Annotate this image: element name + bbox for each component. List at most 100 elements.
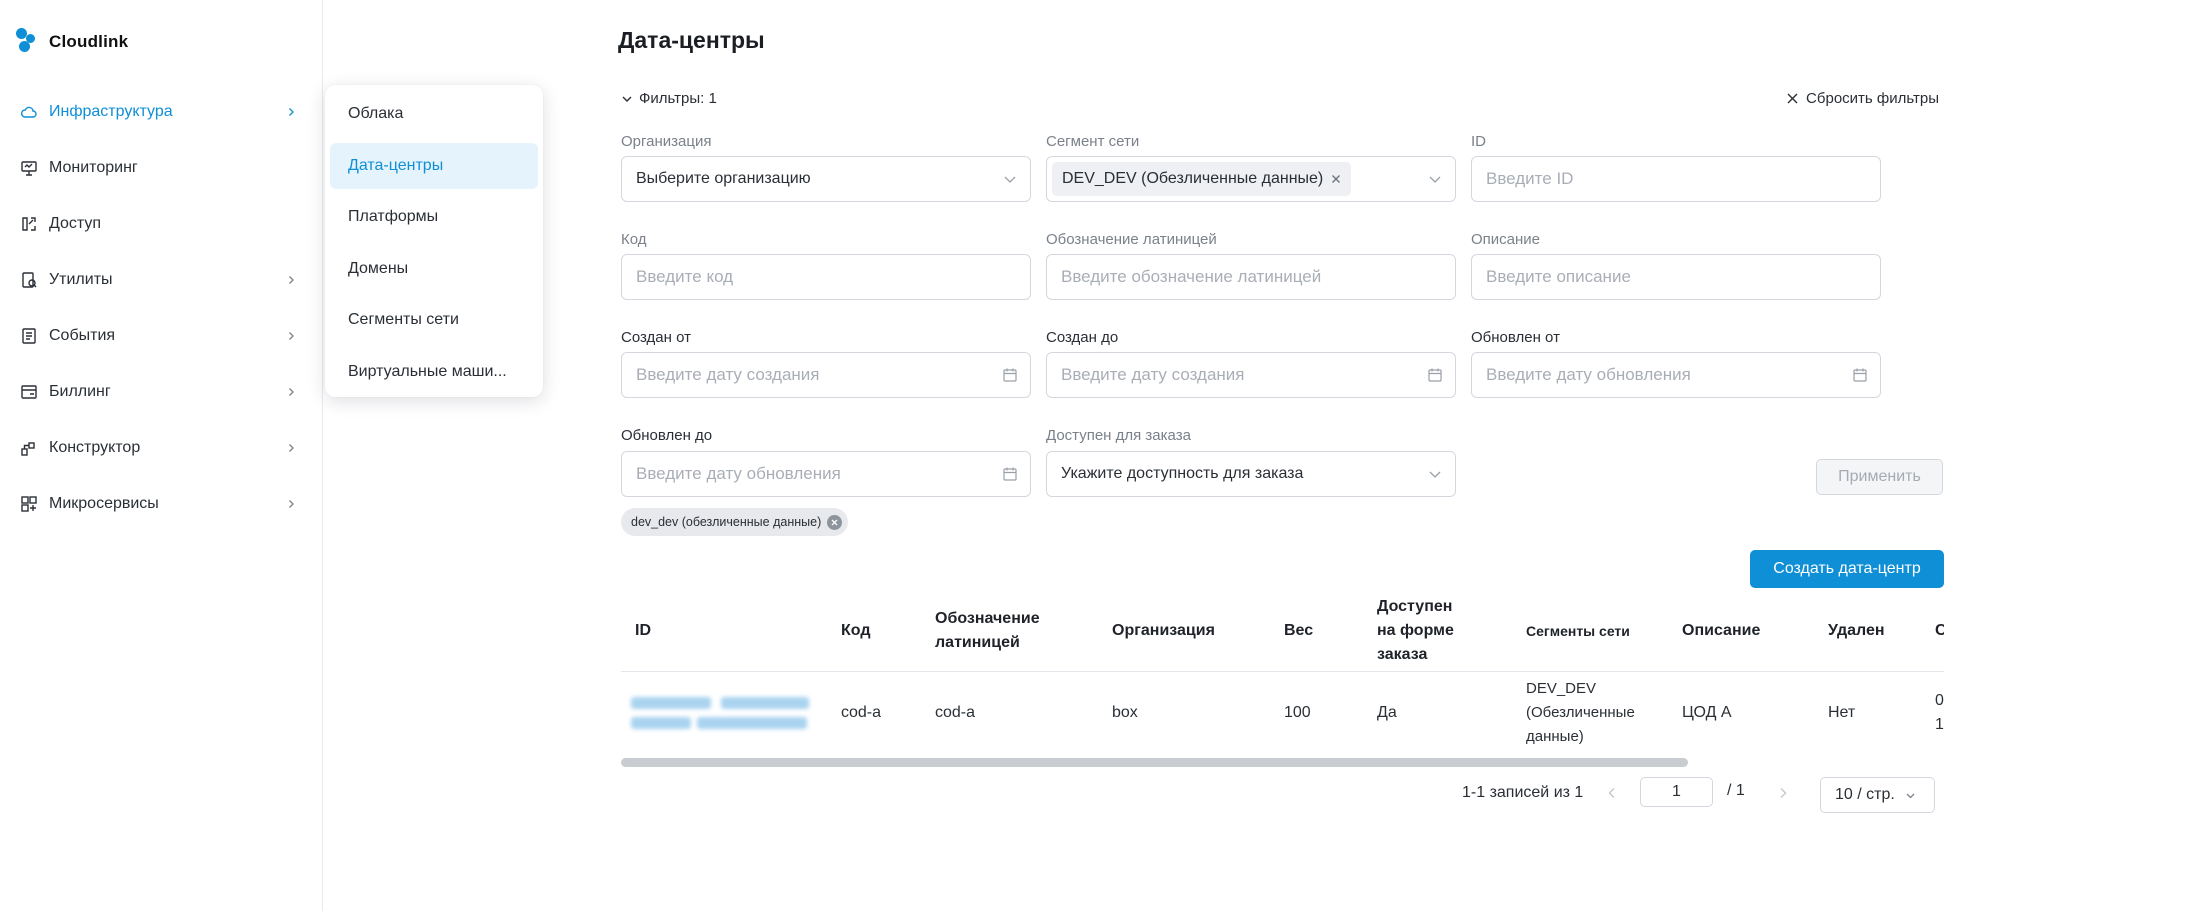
- column-header-truncated[interactable]: С: [1935, 590, 1944, 672]
- chevron-right-icon: [289, 500, 294, 508]
- column-header-segments[interactable]: Сегменты сети: [1526, 590, 1630, 672]
- segment-tag: DEV_DEV (Обезличенные данные): [1052, 162, 1352, 196]
- column-header-id[interactable]: ID: [635, 590, 651, 672]
- billing-icon: [20, 383, 38, 401]
- filters-toggle-label: Фильтры: 1: [639, 90, 717, 107]
- updated-from-input[interactable]: Введите дату обновления: [1471, 352, 1881, 398]
- page-title: Дата-центры: [618, 27, 765, 53]
- submenu-item-datacenters[interactable]: Дата-центры: [330, 142, 538, 189]
- sidebar-item-infrastructure[interactable]: Инфраструктура: [0, 84, 322, 140]
- sidebar-item-label: Инфраструктура: [49, 103, 173, 120]
- page-size-select[interactable]: 10 / стр.: [1820, 777, 1935, 813]
- scrollbar-thumb[interactable]: [621, 758, 1688, 767]
- active-filter-chip: dev_dev (обезличенные данные): [621, 508, 849, 536]
- orderable-label: Доступен для заказа: [1046, 427, 1191, 444]
- active-filter-chip-label: dev_dev (обезличенные данные): [631, 515, 822, 529]
- table-horizontal-scrollbar[interactable]: [621, 758, 1944, 768]
- table-row[interactable]: cod-a cod-a box 100 Да DEV_DEV (Обезличе…: [621, 673, 1944, 750]
- created-to-label: Создан до: [1046, 329, 1119, 346]
- chevron-right-icon: [289, 388, 294, 396]
- constructor-icon: [20, 439, 38, 457]
- segment-label: Сегмент сети: [1046, 133, 1140, 150]
- column-header-description[interactable]: Описание: [1682, 590, 1760, 672]
- pagination-prev-button[interactable]: [1605, 784, 1619, 802]
- sidebar-item-microservices[interactable]: Микросервисы: [0, 476, 322, 532]
- latin-input[interactable]: Введите обозначение латиницей: [1046, 254, 1456, 300]
- chevron-left-icon: [1608, 788, 1615, 798]
- reset-filters-label: Сбросить фильтры: [1806, 90, 1939, 107]
- chevron-down-icon: [1906, 793, 1915, 798]
- created-from-label: Создан от: [621, 329, 691, 346]
- calendar-icon: [1002, 367, 1018, 383]
- access-icon: [20, 215, 38, 233]
- created-from-input[interactable]: Введите дату создания: [621, 352, 1031, 398]
- sidebar-item-label: Конструктор: [49, 439, 141, 456]
- chevron-down-icon: [1427, 466, 1443, 482]
- apply-button[interactable]: Применить: [1816, 459, 1943, 495]
- id-input[interactable]: Введите ID: [1471, 156, 1881, 202]
- cell-orderable: Да: [1377, 704, 1397, 721]
- chevron-right-icon: [289, 332, 294, 340]
- pagination-page-input[interactable]: 1: [1640, 777, 1713, 807]
- id-label: ID: [1471, 133, 1486, 150]
- create-datacenter-button[interactable]: Создать дата-центр: [1750, 550, 1944, 588]
- column-header-code[interactable]: Код: [841, 590, 870, 672]
- sidebar-item-access[interactable]: Доступ: [0, 196, 322, 252]
- calendar-icon: [1852, 367, 1868, 383]
- created-to-input[interactable]: Введите дату создания: [1046, 352, 1456, 398]
- created-from-placeholder: Введите дату создания: [636, 365, 820, 384]
- code-input-placeholder: Введите код: [636, 267, 734, 286]
- cell-latin: cod-a: [935, 704, 976, 721]
- updated-from-label: Обновлен от: [1471, 329, 1560, 346]
- sidebar-item-label: Мониторинг: [49, 159, 138, 176]
- description-input[interactable]: Введите описание: [1471, 254, 1881, 300]
- column-header-latin[interactable]: Обозначение латиницей: [935, 590, 1055, 672]
- id-input-placeholder: Введите ID: [1486, 169, 1574, 188]
- close-circle-icon[interactable]: [827, 514, 843, 530]
- submenu-item-clouds[interactable]: Облака: [330, 91, 538, 137]
- segment-tag-label: DEV_DEV (Обезличенные данные): [1062, 170, 1324, 187]
- submenu-item-network-segments[interactable]: Сегменты сети: [330, 297, 538, 343]
- sidebar-item-events[interactable]: События: [0, 308, 322, 364]
- microservices-icon: [20, 495, 38, 513]
- chevron-down-icon: [622, 96, 632, 102]
- updated-to-input[interactable]: Введите дату обновления: [621, 451, 1031, 497]
- sidebar-item-utilities[interactable]: Утилиты: [0, 252, 322, 308]
- updated-from-placeholder: Введите дату обновления: [1486, 365, 1691, 384]
- sidebar-item-constructor[interactable]: Конструктор: [0, 420, 322, 476]
- submenu-item-virtual-machines[interactable]: Виртуальные маши...: [330, 349, 538, 395]
- chevron-down-icon: [1002, 171, 1018, 187]
- code-input[interactable]: Введите код: [621, 254, 1031, 300]
- reset-filters-button[interactable]: Сбросить фильтры: [1787, 90, 1939, 107]
- column-header-weight[interactable]: Вес: [1284, 590, 1313, 672]
- cloudlink-logo-icon: [16, 28, 40, 56]
- orderable-select[interactable]: Укажите доступность для заказа: [1046, 451, 1456, 497]
- organization-select[interactable]: Выберите организацию: [621, 156, 1031, 202]
- sidebar-item-label: Доступ: [49, 215, 102, 232]
- sidebar-item-monitoring[interactable]: Мониторинг: [0, 140, 322, 196]
- submenu-item-platforms[interactable]: Платформы: [330, 194, 538, 240]
- pagination-next-button[interactable]: [1776, 784, 1790, 802]
- cell-truncated: 0 1!: [1935, 692, 1944, 733]
- close-icon[interactable]: [1331, 174, 1341, 184]
- orderable-select-value: Укажите доступность для заказа: [1061, 465, 1304, 482]
- redacted-id: [631, 693, 809, 731]
- cell-deleted: Нет: [1828, 704, 1856, 721]
- filters-toggle[interactable]: Фильтры: 1: [621, 90, 717, 107]
- logo[interactable]: Cloudlink: [16, 28, 128, 56]
- segment-select[interactable]: DEV_DEV (Обезличенные данные): [1046, 156, 1456, 202]
- cell-org: box: [1112, 704, 1138, 721]
- description-input-placeholder: Введите описание: [1486, 267, 1631, 286]
- sidebar-item-billing[interactable]: Биллинг: [0, 364, 322, 420]
- column-header-deleted[interactable]: Удален: [1828, 590, 1885, 672]
- submenu-item-domains[interactable]: Домены: [330, 246, 538, 292]
- cloud-icon: [20, 103, 38, 121]
- utilities-icon: [20, 271, 38, 289]
- column-header-org[interactable]: Организация: [1112, 590, 1215, 672]
- pagination-total: 1-1 записей из 1: [1462, 784, 1584, 801]
- column-header-orderable[interactable]: Доступен на форме заказа: [1377, 590, 1469, 672]
- latin-input-placeholder: Введите обозначение латиницей: [1061, 267, 1322, 286]
- latin-label: Обозначение латиницей: [1046, 231, 1217, 248]
- infrastructure-submenu: Облака Дата-центры Платформы Домены Сегм…: [325, 85, 543, 397]
- sidebar-item-label: Утилиты: [49, 271, 113, 288]
